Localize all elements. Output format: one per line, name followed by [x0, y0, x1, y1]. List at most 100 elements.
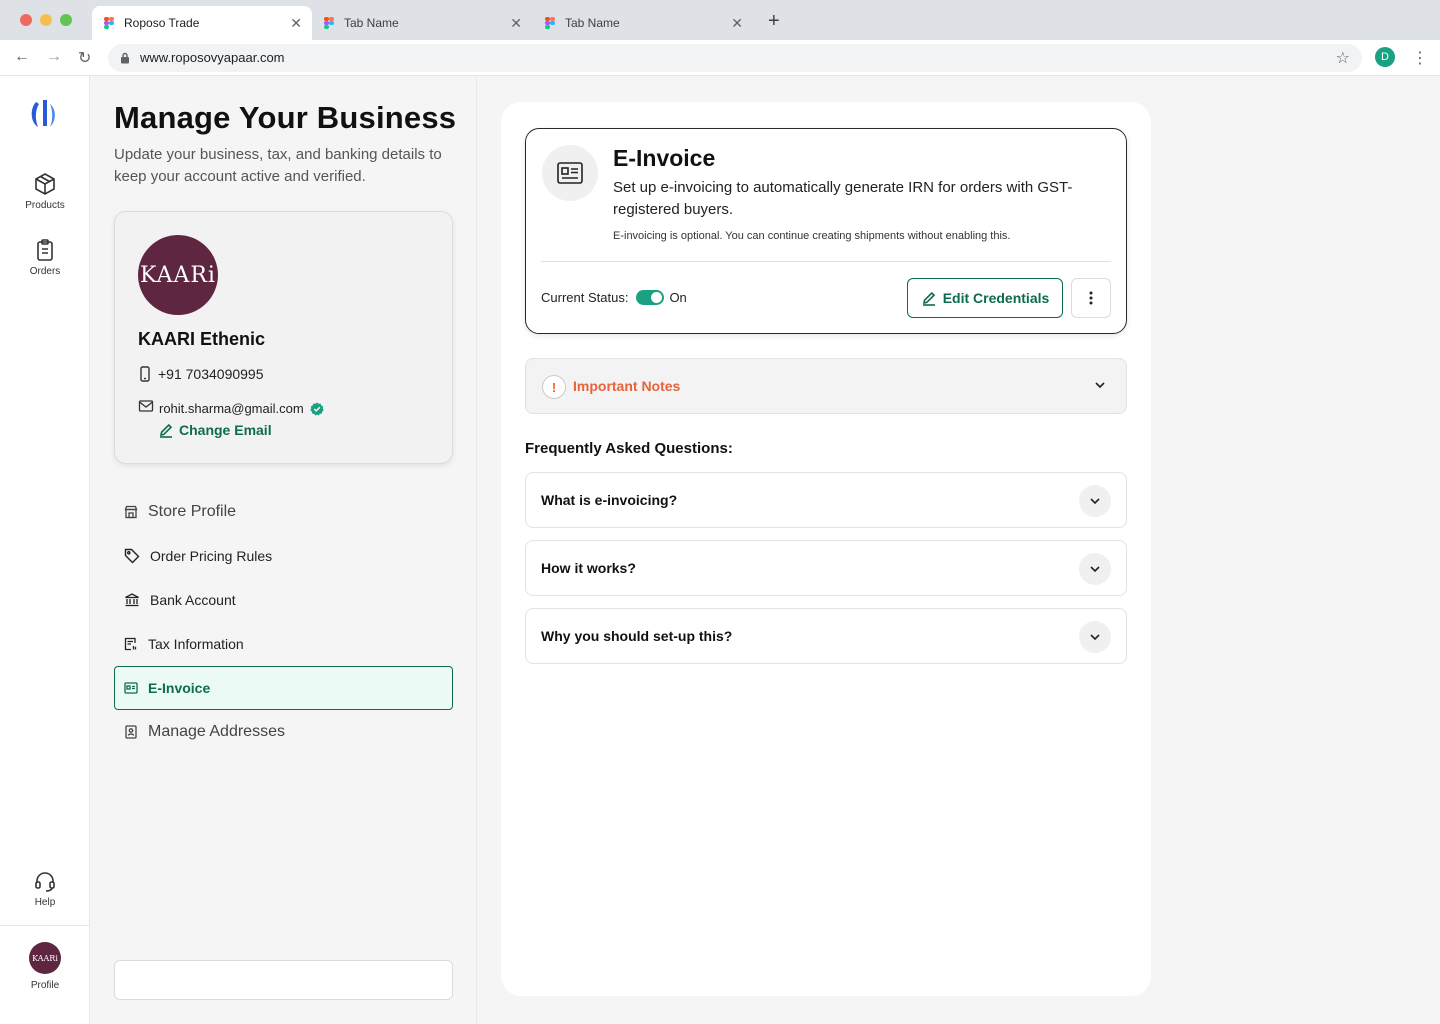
window-close-button[interactable] — [20, 14, 32, 26]
edit-credentials-label: Edit Credentials — [942, 290, 1050, 306]
menu-item-label: Order Pricing Rules — [150, 548, 273, 564]
menu-item-order-pricing-rules[interactable]: Order Pricing Rules — [114, 534, 453, 578]
bank-icon — [125, 593, 139, 607]
settings-menu: Store Profile Order Pricing Rules Bank A… — [114, 490, 453, 754]
faq-question: What is e-invoicing? — [541, 492, 678, 508]
change-email-link[interactable]: Change Email — [158, 422, 272, 438]
business-card: KAARi KAARI Ethenic +91 7034090995 rohit… — [114, 211, 453, 464]
back-arrow-icon[interactable]: ← — [14, 48, 30, 66]
important-notes-label: Important Notes — [573, 378, 681, 394]
close-icon[interactable]: ✕ — [510, 15, 522, 32]
page-subtitle: Update your business, tax, and banking d… — [114, 146, 442, 185]
rail-item-label: Profile — [30, 980, 60, 991]
rail-divider — [0, 925, 90, 926]
faq-heading: Frequently Asked Questions: — [525, 440, 733, 457]
chevron-down-icon — [1090, 498, 1100, 505]
verified-badge-icon — [309, 402, 324, 415]
rail-item-label: Products — [25, 200, 65, 211]
tag-icon — [124, 548, 140, 564]
close-icon[interactable]: ✕ — [731, 15, 743, 32]
rail-item-label: Orders — [29, 266, 61, 277]
faq-item[interactable]: What is e-invoicing? — [525, 472, 1127, 528]
faq-item[interactable]: How it works? — [525, 540, 1127, 596]
browser-tab-roposo-trade[interactable]: Roposo Trade ✕ — [92, 6, 312, 40]
bottom-action-box[interactable] — [114, 960, 453, 1000]
rail-item-profile[interactable]: KAARi Profile — [0, 942, 90, 991]
chevron-down-icon — [1090, 634, 1100, 641]
main-content-card: E-Invoice Set up e-invoicing to automati… — [501, 102, 1151, 996]
e-invoice-description: Set up e-invoicing to automatically gene… — [613, 179, 1073, 218]
more-options-button[interactable] — [1071, 278, 1111, 318]
app: Products Orders Help KAARi Profile Manag… — [0, 76, 1440, 1024]
rail-item-help[interactable]: Help — [0, 869, 90, 908]
current-status: Current Status: On — [541, 290, 687, 305]
window-minimize-button[interactable] — [40, 14, 52, 26]
faq-question: Why you should set-up this? — [541, 628, 733, 644]
url-input[interactable]: www.roposovyapaar.com ☆ — [108, 44, 1362, 72]
e-invoice-note: E-invoicing is optional. You can continu… — [613, 230, 1011, 242]
settings-panel: Manage Your Business Update your busines… — [90, 76, 477, 1024]
important-notes-accordion[interactable]: ! Important Notes — [525, 358, 1127, 414]
menu-item-tax-information[interactable]: Tax Information — [114, 622, 453, 666]
change-email-label: Change Email — [179, 422, 272, 438]
avatar: KAARi — [29, 942, 61, 974]
faq-item[interactable]: Why you should set-up this? — [525, 608, 1127, 664]
box-icon — [35, 173, 55, 195]
menu-item-label: Manage Addresses — [148, 723, 285, 740]
lock-icon — [121, 52, 129, 64]
pencil-icon — [922, 291, 935, 306]
menu-item-manage-addresses[interactable]: Manage Addresses — [114, 710, 453, 754]
figma-favicon-icon — [104, 17, 114, 29]
menu-item-bank-account[interactable]: Bank Account — [114, 578, 453, 622]
browser-tab[interactable]: Tab Name ✕ — [533, 6, 753, 40]
more-vertical-icon — [1089, 291, 1093, 305]
e-invoice-card: E-Invoice Set up e-invoicing to automati… — [525, 128, 1127, 334]
menu-item-store-profile[interactable]: Store Profile — [114, 490, 453, 534]
page-title: Manage Your Business — [114, 100, 457, 135]
exclamation-icon: ! — [542, 375, 566, 399]
menu-item-e-invoice[interactable]: E-Invoice — [114, 666, 453, 710]
window-maximize-button[interactable] — [60, 14, 72, 26]
e-invoice-title: E-Invoice — [613, 145, 716, 171]
figma-favicon-icon — [324, 17, 334, 29]
browser-tab-label: Tab Name — [344, 16, 399, 30]
business-logo: KAARi — [138, 235, 218, 315]
phone-icon — [140, 366, 150, 382]
faq-expand-button[interactable] — [1079, 553, 1111, 585]
chevron-down-icon — [1090, 566, 1100, 573]
browser-tab-bar: Roposo Trade ✕ Tab Name ✕ Tab Name ✕ + — [0, 0, 1440, 40]
business-name: KAARI Ethenic — [138, 329, 266, 349]
store-icon — [124, 505, 138, 519]
tax-icon — [124, 637, 137, 651]
menu-item-label: Bank Account — [150, 592, 236, 608]
menu-item-label: Tax Information — [148, 636, 244, 652]
browser-tab[interactable]: Tab Name ✕ — [312, 6, 532, 40]
status-label: Current Status: — [541, 290, 629, 305]
invoice-icon — [557, 162, 583, 184]
edit-credentials-button[interactable]: Edit Credentials — [907, 278, 1063, 318]
new-tab-plus-icon[interactable]: + — [768, 10, 780, 33]
rail-item-products[interactable]: Products — [0, 172, 90, 211]
faq-expand-button[interactable] — [1079, 485, 1111, 517]
bookmark-star-icon[interactable]: ☆ — [1336, 48, 1350, 68]
rail-item-orders[interactable]: Orders — [0, 238, 90, 277]
browser-menu-icon[interactable]: ⋮ — [1412, 48, 1428, 68]
close-icon[interactable]: ✕ — [290, 15, 302, 32]
faq-expand-button[interactable] — [1079, 621, 1111, 653]
status-toggle[interactable] — [636, 290, 665, 305]
invoice-circle-icon — [542, 145, 598, 201]
clipboard-icon — [37, 239, 53, 261]
reload-icon[interactable]: ↻ — [78, 48, 91, 68]
divider — [541, 261, 1111, 262]
address-bar: ← → ↻ www.roposovyapaar.com ☆ D ⋮ — [0, 40, 1440, 76]
url-text: www.roposovyapaar.com — [140, 50, 285, 65]
forward-arrow-icon[interactable]: → — [46, 48, 62, 66]
status-value: On — [669, 290, 687, 305]
pencil-icon — [159, 423, 173, 438]
address-book-icon — [125, 725, 137, 739]
headset-icon — [35, 872, 55, 892]
phone-number: +91 7034090995 — [158, 366, 264, 382]
browser-profile-avatar[interactable]: D — [1375, 47, 1395, 67]
rail-item-label: Help — [34, 897, 56, 908]
faq-question: How it works? — [541, 560, 636, 576]
